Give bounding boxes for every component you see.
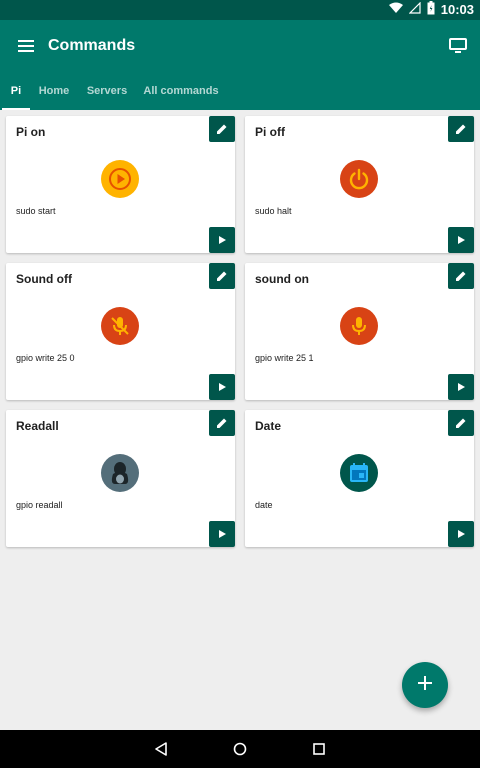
command-card[interactable]: Date date (245, 410, 474, 547)
command-text: date (255, 500, 273, 510)
mic-off-icon (101, 307, 139, 345)
run-button[interactable] (209, 227, 235, 253)
status-time: 10:03 (440, 2, 474, 17)
command-text: gpio readall (16, 500, 63, 510)
plus-icon (417, 675, 433, 696)
monitor-icon[interactable] (446, 34, 470, 58)
tab-bar: Pi Home Servers All commands (0, 72, 480, 110)
card-title: Sound off (16, 272, 72, 286)
command-text: gpio write 25 1 (255, 353, 314, 363)
app-bar: Commands (0, 20, 480, 72)
command-text: sudo start (16, 206, 56, 216)
wifi-icon (388, 1, 403, 19)
status-bar: 10:03 (0, 0, 480, 20)
tab-indicator (2, 108, 30, 110)
command-text: sudo halt (255, 206, 292, 216)
page-title: Commands (48, 37, 136, 54)
status-icons: 10:03 (388, 0, 474, 20)
tab-label: Servers (86, 85, 128, 97)
nav-bar (0, 730, 480, 768)
tab-label: All commands (143, 85, 219, 97)
mic-icon (340, 307, 378, 345)
edit-button[interactable] (209, 116, 235, 142)
run-button[interactable] (448, 521, 474, 547)
run-button[interactable] (448, 227, 474, 253)
card-title: Pi off (255, 125, 285, 139)
edit-button[interactable] (448, 410, 474, 436)
play-circle-icon (101, 160, 139, 198)
run-button[interactable] (209, 521, 235, 547)
tab-pi[interactable]: Pi (0, 72, 32, 110)
power-icon (340, 160, 378, 198)
tab-home[interactable]: Home (34, 72, 74, 110)
home-icon[interactable] (230, 739, 250, 759)
edit-button[interactable] (448, 116, 474, 142)
tab-label: Home (38, 85, 70, 97)
command-card[interactable]: Pi on sudo start (6, 116, 235, 253)
menu-icon[interactable] (14, 34, 38, 58)
card-title: Date (255, 419, 282, 433)
edit-button[interactable] (209, 263, 235, 289)
recents-icon[interactable] (309, 739, 329, 759)
command-card[interactable]: Readall gpio readall (6, 410, 235, 547)
calendar-icon (340, 454, 378, 492)
command-text: gpio write 25 0 (16, 353, 75, 363)
run-button[interactable] (448, 374, 474, 400)
battery-icon (427, 0, 435, 20)
back-icon[interactable] (151, 739, 171, 759)
command-card[interactable]: sound on gpio write 25 1 (245, 263, 474, 400)
add-command-button[interactable] (402, 662, 448, 708)
tab-all-commands[interactable]: All commands (142, 72, 220, 110)
linux-tux-icon (101, 454, 139, 492)
tab-label: Pi (10, 85, 22, 97)
command-card[interactable]: Pi off sudo halt (245, 116, 474, 253)
signal-icon (408, 1, 421, 19)
edit-button[interactable] (448, 263, 474, 289)
card-title: Pi on (16, 125, 46, 139)
card-title: Readall (16, 419, 59, 433)
run-button[interactable] (209, 374, 235, 400)
card-title: sound on (255, 272, 309, 286)
edit-button[interactable] (209, 410, 235, 436)
tab-servers[interactable]: Servers (84, 72, 130, 110)
command-card[interactable]: Sound off gpio write 25 0 (6, 263, 235, 400)
